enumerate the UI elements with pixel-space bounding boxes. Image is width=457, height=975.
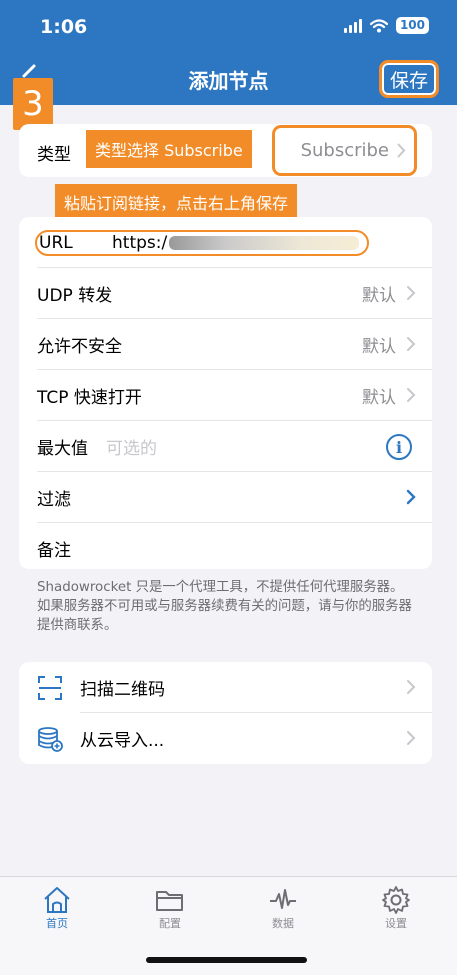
url-input[interactable]: URL https:/ [35,230,369,256]
row-label: 最大值 [37,439,88,459]
chevron-right-icon [407,337,416,351]
qr-scan-icon [38,676,62,700]
type-annotation: 类型选择 Subscribe [86,130,252,168]
row-label: 备注 [37,541,71,561]
settings-list-card: UDP 转发 默认 允许不安全 默认 TCP 快速打开 默认 最大值 可选的 i… [19,217,432,569]
filter-row[interactable]: 过滤 [19,472,432,523]
chevron-right-icon [407,388,416,402]
remark-row[interactable]: 备注 [19,523,432,574]
tab-label: 数据 [272,917,294,930]
navigation-header: 1:06 100 添加节点 保存 [0,0,457,105]
tab-data[interactable]: 数据 [253,885,313,931]
home-indicator [146,957,307,963]
row-label: 过滤 [37,490,71,510]
action-label: 扫描二维码 [80,680,165,700]
chevron-right-icon [407,731,416,745]
save-button[interactable]: 保存 [379,60,439,98]
udp-forward-row[interactable]: UDP 转发 默认 [19,268,432,319]
chevron-right-icon [397,143,406,158]
max-value-row[interactable]: 最大值 可选的 i [19,421,432,472]
gear-icon [382,886,410,914]
tab-home[interactable]: 首页 [27,885,87,931]
battery-indicator: 100 [395,17,429,34]
cloud-database-icon [38,727,63,752]
type-value: Subscribe [300,140,389,161]
tab-label: 设置 [385,917,407,930]
chevron-right-icon [406,489,416,505]
row-label: 允许不安全 [37,337,122,357]
chevron-right-icon [407,286,416,300]
tcp-fast-open-row[interactable]: TCP 快速打开 默认 [19,370,432,421]
row-value: 默认 [362,286,396,306]
home-icon [44,887,70,913]
disclaimer-text: Shadowrocket 只是一个代理工具，不提供任何代理服务器。如果服务器不可… [37,580,412,633]
paste-annotation: 粘贴订阅链接，点击右上角保存 [55,184,298,220]
info-icon[interactable]: i [386,434,412,460]
chevron-right-icon [407,680,416,694]
status-indicators: 100 [343,17,429,34]
step-number-badge: 3 [13,78,53,130]
cellular-signal-icon [343,18,362,33]
redacted-url [169,236,360,250]
type-selector[interactable]: Subscribe [272,125,417,176]
allow-insecure-row[interactable]: 允许不安全 默认 [19,319,432,370]
row-label: UDP 转发 [37,286,113,306]
row-value: 默认 [362,388,396,408]
url-value: https:/ [112,233,168,253]
tab-settings[interactable]: 设置 [366,885,426,931]
url-label: URL [39,233,73,253]
max-value-input[interactable]: 可选的 [106,434,157,459]
wifi-icon [369,18,388,32]
row-value: 默认 [362,337,396,357]
action-label: 从云导入... [80,731,165,751]
tab-label: 首页 [46,917,68,930]
status-time: 1:06 [40,16,88,38]
tab-label: 配置 [159,917,181,930]
import-from-cloud-row[interactable]: 从云导入... [19,713,432,764]
import-actions-card: 扫描二维码 从云导入... [19,662,432,764]
pulse-icon [270,889,296,909]
type-label: 类型 [37,145,71,165]
scan-qr-row[interactable]: 扫描二维码 [19,662,432,713]
row-label: TCP 快速打开 [37,388,142,408]
tab-config[interactable]: 配置 [140,885,200,931]
folder-icon [156,891,183,911]
